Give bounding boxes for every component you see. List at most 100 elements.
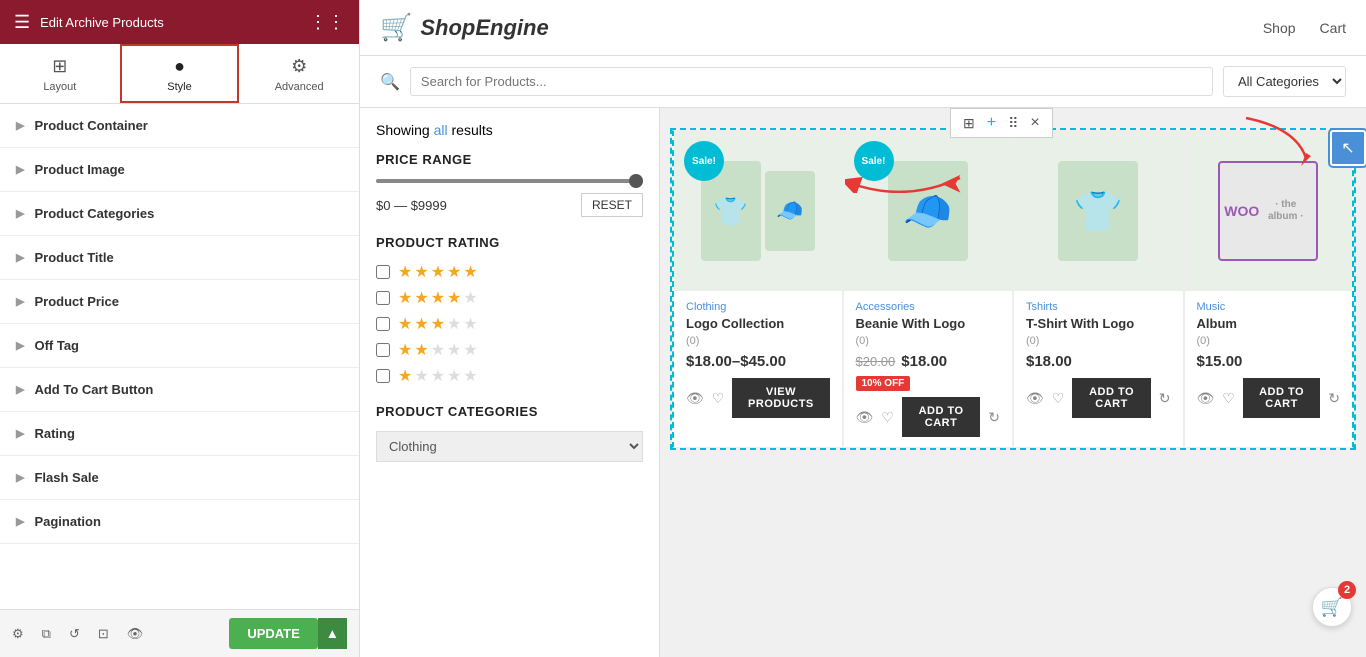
- product-title-3: T-Shirt With Logo: [1026, 316, 1171, 331]
- sidebar-tabs: ⊞ Layout ● Style ⚙ Advanced: [0, 44, 359, 104]
- album-image: WOO· the album ·: [1218, 161, 1318, 261]
- product-actions-4: 👁 ♡ ADD TO CART ↻: [1197, 378, 1341, 418]
- price-range-section: PRICE RANGE $0 — $9999 RESET: [376, 152, 643, 217]
- shop-content: Showing all results PRICE RANGE $0 — $99…: [360, 108, 1366, 657]
- toolbar-close-button[interactable]: ×: [1026, 112, 1043, 134]
- toolbar-plus-button[interactable]: +: [983, 112, 1000, 134]
- sidebar-item-off-tag[interactable]: ▶ Off Tag: [0, 324, 359, 368]
- add-to-cart-button-4[interactable]: ADD TO CART: [1243, 378, 1320, 418]
- rating-checkbox-3[interactable]: [376, 317, 390, 331]
- sidebar-item-product-price[interactable]: ▶ Product Price: [0, 280, 359, 324]
- cart-symbol: 🛒: [1321, 597, 1343, 618]
- price-range-slider: [376, 179, 643, 183]
- sidebar-item-flash-sale[interactable]: ▶ Flash Sale: [0, 456, 359, 500]
- product-title-2: Beanie With Logo: [856, 316, 1001, 331]
- rating-row-3: ★★★★★: [376, 314, 643, 334]
- product-info-4: Music Album (0) $15.00 👁 ♡ ADD TO CART ↻: [1185, 291, 1353, 428]
- heart-icon-2[interactable]: ♡: [881, 409, 894, 426]
- main-content: 🛒 ShopEngine Shop Cart 🔍 All Categories: [360, 0, 1366, 657]
- slider-thumb[interactable]: [629, 174, 643, 188]
- heart-icon-4[interactable]: ♡: [1222, 390, 1235, 407]
- responsive-icon[interactable]: ⊡: [98, 626, 109, 642]
- sidebar-item-rating[interactable]: ▶ Rating: [0, 412, 359, 456]
- heart-icon-1[interactable]: ♡: [712, 390, 725, 407]
- add-to-cart-button-3[interactable]: ADD TO CART: [1072, 378, 1150, 418]
- product-toolbar: ⊞ + ⠿ ×: [950, 108, 1053, 138]
- search-input[interactable]: [421, 74, 1202, 89]
- grid-apps-icon[interactable]: ⋮⋮: [309, 12, 345, 33]
- rating-checkbox-4[interactable]: [376, 291, 390, 305]
- rating-row-4: ★★★★★: [376, 288, 643, 308]
- sidebar-item-product-image[interactable]: ▶ Product Image: [0, 148, 359, 192]
- price-display: $0 — $9999 RESET: [376, 193, 643, 217]
- refresh-icon-2[interactable]: ↻: [988, 409, 1000, 426]
- nav-shop[interactable]: Shop: [1263, 20, 1296, 36]
- sidebar-header: ☰ Edit Archive Products ⋮⋮: [0, 0, 359, 44]
- rating-checkbox-5[interactable]: [376, 265, 390, 279]
- product-rating-count-2: (0): [856, 335, 1001, 347]
- toolbar-grid-button[interactable]: ⊞: [959, 113, 979, 134]
- product-rating-count-3: (0): [1026, 335, 1171, 347]
- sidebar-item-pagination[interactable]: ▶ Pagination: [0, 500, 359, 544]
- product-rating-count-4: (0): [1197, 335, 1341, 347]
- cursor-action-button[interactable]: ↖: [1330, 130, 1366, 166]
- product-title-4: Album: [1197, 316, 1341, 331]
- tab-layout[interactable]: ⊞ Layout: [0, 44, 120, 103]
- history-icon[interactable]: ↺: [69, 626, 80, 642]
- heart-icon-3[interactable]: ♡: [1052, 390, 1065, 407]
- rating-checkbox-2[interactable]: [376, 343, 390, 357]
- nav-cart[interactable]: Cart: [1320, 20, 1346, 36]
- toolbar-drag-button[interactable]: ⠿: [1004, 113, 1022, 134]
- product-card-1: 👕 🧢 Sale! Clothing Logo Collection (0) $…: [672, 130, 843, 448]
- rating-checkbox-1[interactable]: [376, 369, 390, 383]
- slider-track: [376, 179, 643, 183]
- stars-5: ★★★★★: [398, 262, 478, 282]
- sidebar-item-add-to-cart[interactable]: ▶ Add To Cart Button: [0, 368, 359, 412]
- price-range-text: $0 — $9999: [376, 198, 447, 213]
- product-actions-1: 👁 ♡ VIEW PRODUCTS: [686, 378, 830, 418]
- add-to-cart-button-2[interactable]: ADD TO CART: [902, 397, 980, 437]
- update-dropdown-button[interactable]: ▲: [318, 618, 347, 649]
- refresh-icon-4[interactable]: ↻: [1328, 390, 1340, 407]
- cursor-icon: ↖: [1341, 138, 1354, 158]
- chevron-icon: ▶: [16, 339, 24, 352]
- settings-icon[interactable]: ⚙: [12, 626, 24, 642]
- tab-style[interactable]: ● Style: [120, 44, 240, 103]
- results-highlight: all: [434, 122, 448, 138]
- product-category-4: Music: [1197, 301, 1341, 313]
- product-category-1: Clothing: [686, 301, 830, 313]
- tab-advanced[interactable]: ⚙ Advanced: [239, 44, 359, 103]
- logo: 🛒 ShopEngine: [380, 12, 549, 43]
- sidebar-bottom: ⚙ ⧉ ↺ ⊡ 👁 UPDATE ▲: [0, 609, 359, 657]
- product-info-2: Accessories Beanie With Logo (0) $20.00 …: [844, 291, 1013, 447]
- results-count: Showing all results: [376, 122, 643, 138]
- hamburger-icon[interactable]: ☰: [14, 12, 30, 33]
- category-select[interactable]: All Categories: [1223, 66, 1346, 97]
- categories-title: PRODUCT CATEGORIES: [376, 404, 643, 419]
- categories-dropdown[interactable]: Clothing: [376, 431, 643, 462]
- sidebar-item-product-categories[interactable]: ▶ Product Categories: [0, 192, 359, 236]
- preview-icon[interactable]: 👁: [127, 626, 144, 642]
- reset-button[interactable]: RESET: [581, 193, 643, 217]
- rating-title: PRODUCT RATING: [376, 235, 643, 250]
- chevron-icon: ▶: [16, 427, 24, 440]
- eye-icon-3[interactable]: 👁: [1026, 390, 1044, 407]
- rating-options: ★★★★★ ★★★★★ ★★★★★: [376, 262, 643, 386]
- chevron-icon: ▶: [16, 471, 24, 484]
- eye-icon-4[interactable]: 👁: [1197, 390, 1215, 407]
- sidebar-item-product-container[interactable]: ▶ Product Container: [0, 104, 359, 148]
- products-area: ⊞ + ⠿ × ➤ ↖: [660, 108, 1366, 657]
- view-products-button-1[interactable]: VIEW PRODUCTS: [732, 378, 829, 418]
- sidebar-item-product-title[interactable]: ▶ Product Title: [0, 236, 359, 280]
- filter-panel: Showing all results PRICE RANGE $0 — $99…: [360, 108, 660, 657]
- eye-icon-2[interactable]: 👁: [856, 409, 874, 426]
- update-button[interactable]: UPDATE: [229, 618, 317, 649]
- categories-section: PRODUCT CATEGORIES Clothing: [376, 404, 643, 462]
- eye-icon-1[interactable]: 👁: [686, 390, 704, 407]
- sidebar: ☰ Edit Archive Products ⋮⋮ ⊞ Layout ● St…: [0, 0, 360, 657]
- price-sale-2: $18.00: [901, 353, 947, 370]
- layers-icon[interactable]: ⧉: [42, 626, 51, 642]
- arrow-line-left: [845, 163, 965, 196]
- logo-icon: 🛒: [380, 12, 412, 43]
- refresh-icon-3[interactable]: ↻: [1159, 390, 1171, 407]
